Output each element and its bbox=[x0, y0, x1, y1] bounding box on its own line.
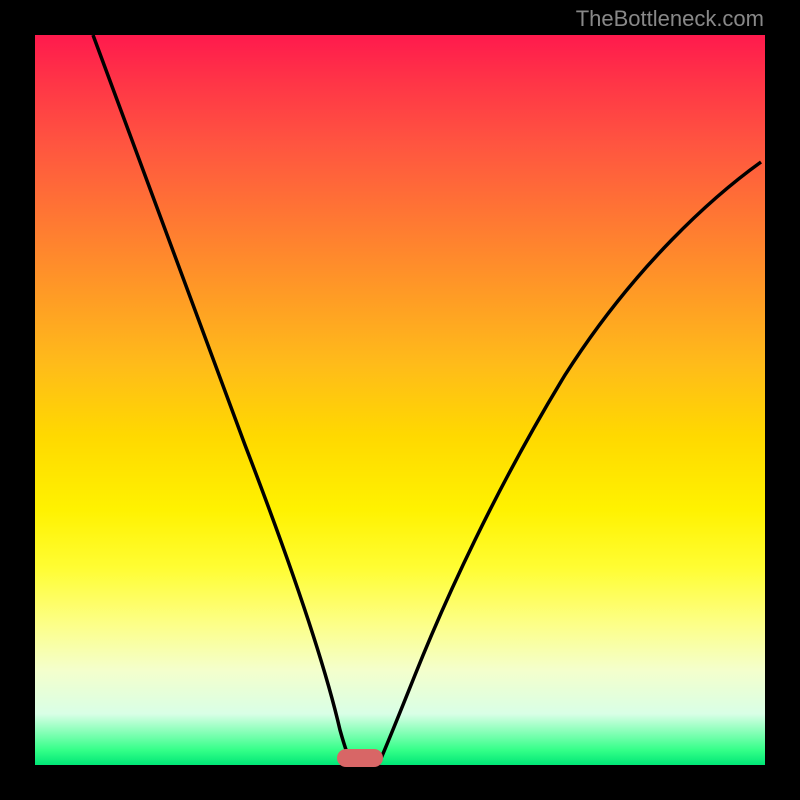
frame-left bbox=[0, 0, 35, 800]
frame-right bbox=[765, 0, 800, 800]
watermark-text: TheBottleneck.com bbox=[576, 6, 764, 32]
frame-bottom bbox=[0, 765, 800, 800]
right-curve bbox=[378, 162, 761, 765]
bottleneck-marker bbox=[337, 749, 383, 767]
curve-svg bbox=[35, 35, 765, 765]
chart-frame: TheBottleneck.com bbox=[0, 0, 800, 800]
left-curve bbox=[93, 35, 353, 765]
